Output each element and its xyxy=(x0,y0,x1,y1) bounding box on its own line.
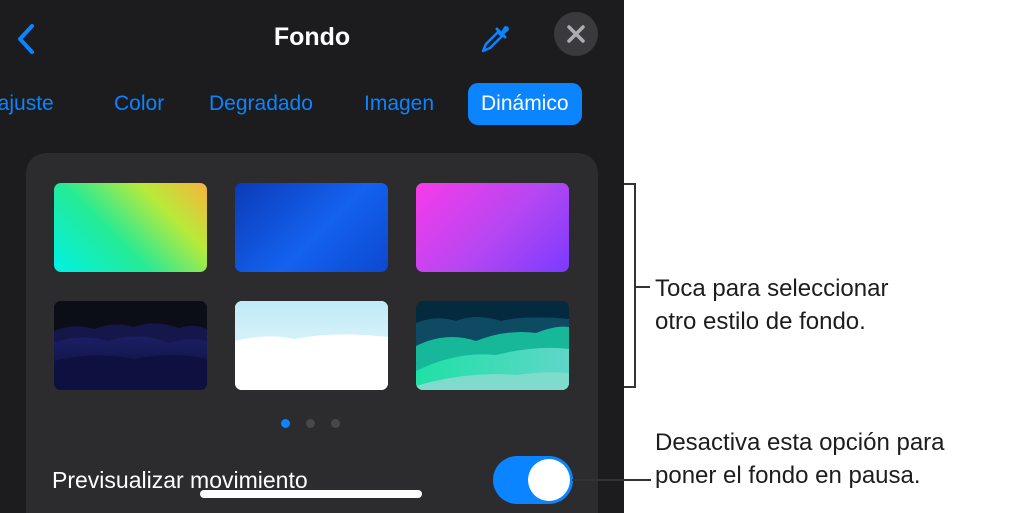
light-sky-art xyxy=(235,301,388,390)
page-dot-3[interactable] xyxy=(331,419,340,428)
page-indicator xyxy=(281,419,343,429)
dynamic-styles-card: Previsualizar movimiento xyxy=(26,153,598,513)
toggle-callout-line xyxy=(572,479,651,481)
style-thumbnail-light-sky[interactable] xyxy=(235,301,388,390)
tab-bar: eajuste Color Degradado Imagen Dinámico xyxy=(0,83,624,125)
toggle-knob xyxy=(528,459,570,501)
background-settings-panel: Fondo eajuste Color Degradado Imagen Din… xyxy=(0,0,624,513)
tab-color[interactable]: Color xyxy=(114,83,164,125)
style-thumbnail-blue[interactable] xyxy=(235,183,388,272)
styles-callout-bracket xyxy=(624,183,636,388)
motion-preview-toggle[interactable] xyxy=(493,456,573,504)
tab-ajuste[interactable]: eajuste xyxy=(0,83,54,125)
style-thumbnail-pink-purple[interactable] xyxy=(416,183,569,272)
page-dot-1[interactable] xyxy=(281,419,290,428)
home-indicator xyxy=(200,490,422,498)
page-title: Fondo xyxy=(273,23,351,51)
color-picker-button[interactable] xyxy=(478,22,512,56)
close-icon xyxy=(567,25,585,43)
teal-landscape-art xyxy=(416,317,569,390)
toggle-callout-text: Desactiva esta opción para poner el fond… xyxy=(655,426,945,492)
toggle-callout-line2: poner el fondo en pausa. xyxy=(655,462,921,489)
style-thumbnail-green-yellow[interactable] xyxy=(54,183,207,272)
styles-callout-line1: Toca para seleccionar xyxy=(655,275,889,302)
toggle-callout-line1: Desactiva esta opción para xyxy=(655,429,945,456)
tab-imagen[interactable]: Imagen xyxy=(364,83,434,125)
style-thumbnail-teal-landscape[interactable] xyxy=(416,301,569,390)
close-button[interactable] xyxy=(554,12,598,56)
dark-landscape-art xyxy=(54,323,207,390)
tab-dinamico[interactable]: Dinámico xyxy=(468,83,582,125)
style-thumbnail-dark-landscape[interactable] xyxy=(54,301,207,390)
styles-callout-text: Toca para seleccionar otro estilo de fon… xyxy=(655,272,888,338)
styles-callout-tick xyxy=(636,286,650,288)
eyedropper-icon xyxy=(481,26,509,53)
page-dot-2[interactable] xyxy=(306,419,315,428)
styles-callout-line2: otro estilo de fondo. xyxy=(655,308,866,335)
tab-degradado[interactable]: Degradado xyxy=(209,83,313,125)
